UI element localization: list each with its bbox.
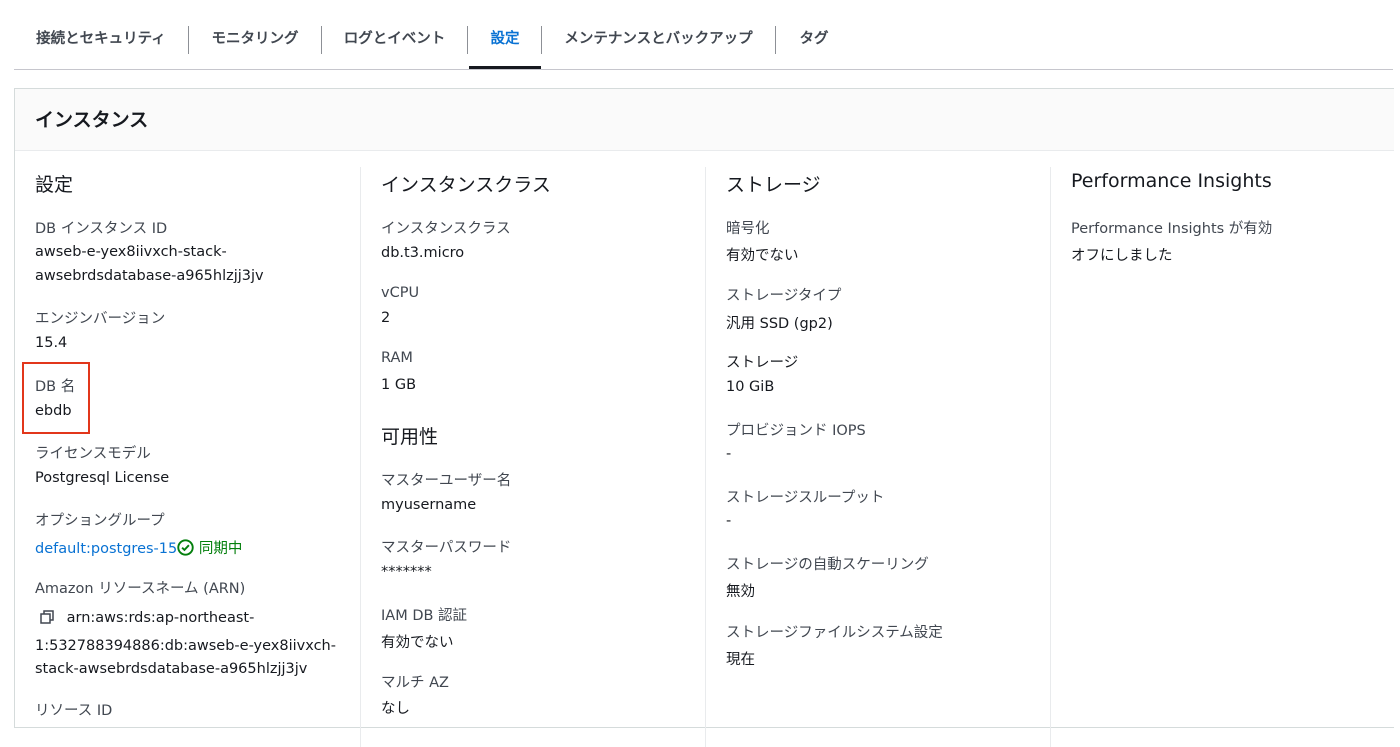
engine-version-value: 15.4 <box>35 335 68 351</box>
settings-title: 設定 <box>35 174 74 196</box>
column-divider <box>705 167 706 747</box>
option-group-row: default:postgres-15 同期中 <box>35 537 242 558</box>
column-divider <box>1050 167 1051 747</box>
storage-fs-config-label: ストレージファイルシステム設定 <box>726 625 943 641</box>
tab-monitoring[interactable]: モニタリング <box>189 0 321 69</box>
arn-value-line2: 1:532788394886:db:awseb-e-yex8iivxch- <box>35 638 336 654</box>
master-username-label: マスターユーザー名 <box>381 473 512 489</box>
option-group-link[interactable]: default:postgres-15 <box>35 541 177 557</box>
performance-insights-enabled-label: Performance Insights が有効 <box>1071 221 1273 237</box>
tab-connectivity-security[interactable]: 接続とセキュリティ <box>14 0 188 69</box>
provisioned-iops-label: プロビジョンド IOPS <box>726 423 866 439</box>
multi-az-label: マルチ AZ <box>381 675 449 691</box>
master-password-label: マスターパスワード <box>381 540 512 556</box>
arn-label: Amazon リソースネーム (ARN) <box>35 581 246 597</box>
db-instance-id-value-line2: awsebrdsdatabase-a965hlzjj3jv <box>35 268 264 284</box>
storage-autoscaling-label: ストレージの自動スケーリング <box>726 557 929 573</box>
performance-insights-title: Performance Insights <box>1071 170 1272 192</box>
performance-insights-enabled-value: オフにしました <box>1071 248 1173 264</box>
column-divider <box>360 167 361 747</box>
db-name-value: ebdb <box>35 403 72 419</box>
db-instance-id-value-line1: awseb-e-yex8iivxch-stack- <box>35 244 227 260</box>
storage-title: ストレージ <box>726 174 821 196</box>
instance-class-value: db.t3.micro <box>381 245 465 261</box>
storage-size-value: 10 GiB <box>726 379 775 395</box>
instance-class-label: インスタンスクラス <box>381 221 511 237</box>
storage-type-value: 汎用 SSD (gp2) <box>726 316 833 332</box>
storage-type-label: ストレージタイプ <box>726 288 842 304</box>
ram-value: 1 GB <box>381 377 417 393</box>
encryption-value: 有効でない <box>726 248 799 264</box>
panel-title: インスタンス <box>35 109 149 131</box>
vcpu-value: 2 <box>381 310 391 326</box>
copy-icon[interactable] <box>40 609 54 626</box>
master-password-value: ******* <box>381 564 432 580</box>
tab-tags[interactable]: タグ <box>776 0 852 69</box>
tab-maintenance-backup[interactable]: メンテナンスとバックアップ <box>542 0 775 69</box>
provisioned-iops-value: - <box>726 446 732 462</box>
iam-auth-label: IAM DB 認証 <box>381 608 468 624</box>
ram-label: RAM <box>381 350 413 366</box>
vcpu-label: vCPU <box>381 285 420 301</box>
panel-header: インスタンス <box>15 89 1394 151</box>
tab-bar: 接続とセキュリティ モニタリング ログとイベント 設定 メンテナンスとバックアッ… <box>14 0 1393 70</box>
multi-az-value: なし <box>381 701 410 717</box>
storage-size-label: ストレージ <box>726 355 799 371</box>
master-username-value: myusername <box>381 497 477 513</box>
check-circle-icon <box>177 539 194 557</box>
storage-throughput-label: ストレージスループット <box>726 490 885 506</box>
db-name-highlight-box <box>22 362 90 434</box>
iam-auth-value: 有効でない <box>381 635 454 651</box>
availability-title: 可用性 <box>381 426 439 448</box>
option-group-label: オプショングループ <box>35 513 165 529</box>
encryption-label: 暗号化 <box>726 221 770 237</box>
storage-fs-config-value: 現在 <box>726 652 755 668</box>
arn-value-line3: stack-awsebrdsdatabase-a965hlzjj3jv <box>35 661 308 677</box>
instance-class-title: インスタンスクラス <box>381 174 551 196</box>
arn-copy-row: arn:aws:rds:ap-northeast- <box>40 605 254 631</box>
tab-logs-events[interactable]: ログとイベント <box>322 0 467 69</box>
license-model-label: ライセンスモデル <box>35 446 151 462</box>
engine-version-label: エンジンバージョン <box>35 311 166 327</box>
tab-separator <box>467 26 468 54</box>
option-group-status: 同期中 <box>198 541 243 557</box>
db-instance-id-label: DB インスタンス ID <box>35 221 168 237</box>
tab-configuration[interactable]: 設定 <box>469 0 541 69</box>
license-model-value: Postgresql License <box>35 470 170 486</box>
storage-throughput-value: - <box>726 513 732 529</box>
arn-value-line1: arn:aws:rds:ap-northeast- <box>66 610 255 626</box>
storage-autoscaling-value: 無効 <box>726 584 755 600</box>
db-name-label: DB 名 <box>35 379 76 395</box>
